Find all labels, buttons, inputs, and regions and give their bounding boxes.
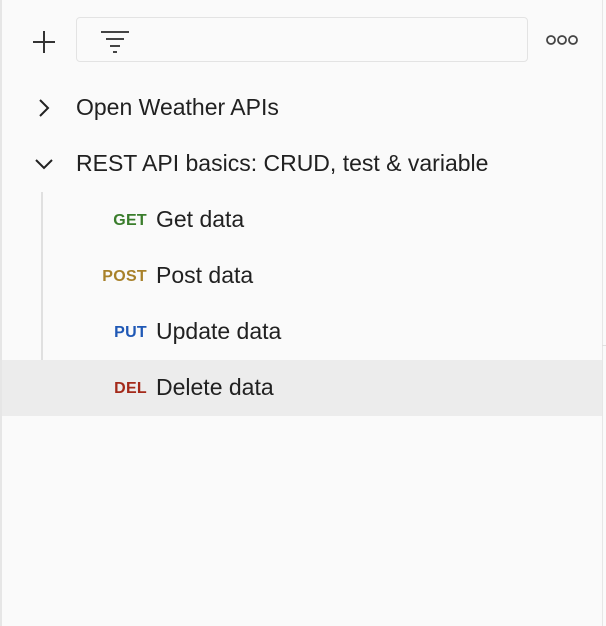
request-label: Update data [156, 318, 282, 344]
add-collection-button[interactable] [28, 26, 60, 58]
chevron-down-icon[interactable] [32, 152, 56, 176]
panel-divider [602, 0, 603, 626]
method-badge-post: POST [102, 268, 147, 285]
request-label: Delete data [156, 374, 274, 400]
collection-label: Open Weather APIs [76, 94, 279, 120]
request-row-update-data[interactable]: PUT Update data [2, 304, 602, 360]
request-row-delete-data[interactable]: DEL Delete data [2, 360, 602, 416]
filter-icon [101, 31, 129, 53]
more-options-button[interactable] [542, 28, 582, 52]
panel-divider-notch [602, 345, 606, 346]
request-label: Get data [156, 206, 245, 232]
filter-field[interactable] [76, 17, 528, 63]
more-horizontal-icon [546, 35, 578, 45]
collection-row-rest-api-basics[interactable]: REST API basics: CRUD, test & variable [2, 136, 602, 192]
collections-sidebar: Open Weather APIs REST API basics: CRUD,… [0, 0, 606, 626]
request-row-post-data[interactable]: POST Post data [2, 248, 602, 304]
request-row-get-data[interactable]: GET Get data [2, 192, 602, 248]
chevron-right-icon[interactable] [32, 96, 56, 120]
collection-label: REST API basics: CRUD, test & variable [76, 150, 489, 176]
sidebar-toolbar [2, 0, 602, 82]
method-badge-get: GET [113, 212, 147, 229]
plus-icon [33, 31, 55, 53]
collection-row-open-weather-apis[interactable]: Open Weather APIs [2, 80, 602, 136]
collections-tree: Open Weather APIs REST API basics: CRUD,… [2, 80, 602, 416]
method-badge-del: DEL [114, 380, 147, 397]
request-label: Post data [156, 262, 254, 288]
method-badge-put: PUT [114, 324, 147, 341]
filter-input[interactable] [143, 18, 517, 63]
